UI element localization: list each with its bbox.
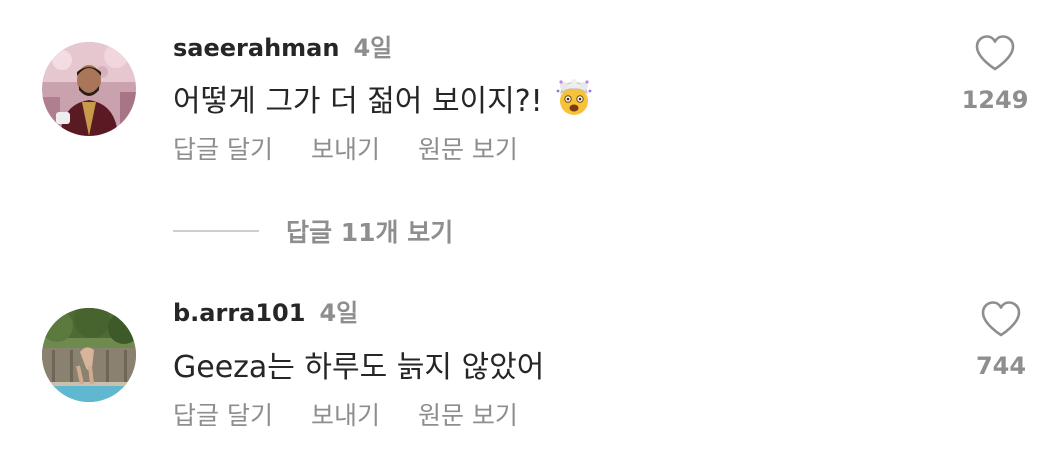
username[interactable]: saeerahman [173,34,339,62]
comment-actions: 답글 달기 보내기 원문 보기 [173,396,556,432]
heart-icon[interactable] [974,34,1016,72]
comment-body: Geeza는 하루도 늙지 않았어 [173,350,545,385]
divider [173,230,259,232]
comment-text: 어떻게 그가 더 젊어 보이지?! [173,76,593,120]
avatar-image [42,308,136,402]
send-button[interactable]: 보내기 [311,130,380,166]
see-original-button[interactable]: 원문 보기 [418,130,518,166]
like-count: 1249 [961,86,1029,114]
comment-body: 어떻게 그가 더 젊어 보이지?! [173,84,543,119]
avatar-image [42,42,136,136]
reply-button[interactable]: 답글 달기 [173,130,273,166]
comment-actions: 답글 달기 보내기 원문 보기 [173,130,556,166]
avatar[interactable] [42,42,136,136]
comment-text: Geeza는 하루도 늙지 않았어 [173,342,544,386]
see-original-button[interactable]: 원문 보기 [418,396,518,432]
view-replies-button[interactable]: 답글 11개 보기 [173,213,453,249]
avatar[interactable] [42,308,136,402]
view-replies-label: 답글 11개 보기 [286,218,454,247]
like-count: 744 [975,352,1027,380]
comment-header: b.arra101 4일 [173,293,358,328]
send-button[interactable]: 보내기 [311,396,380,432]
reply-button[interactable]: 답글 달기 [173,396,273,432]
exploding-head-icon [555,79,593,117]
like-group: 1249 [955,34,1035,114]
comment-header: saeerahman 4일 [173,28,392,63]
comment-time: 4일 [353,34,393,62]
heart-icon[interactable] [980,300,1022,338]
like-group: 744 [961,300,1041,380]
username[interactable]: b.arra101 [173,299,305,327]
comment-time: 4일 [319,299,359,327]
